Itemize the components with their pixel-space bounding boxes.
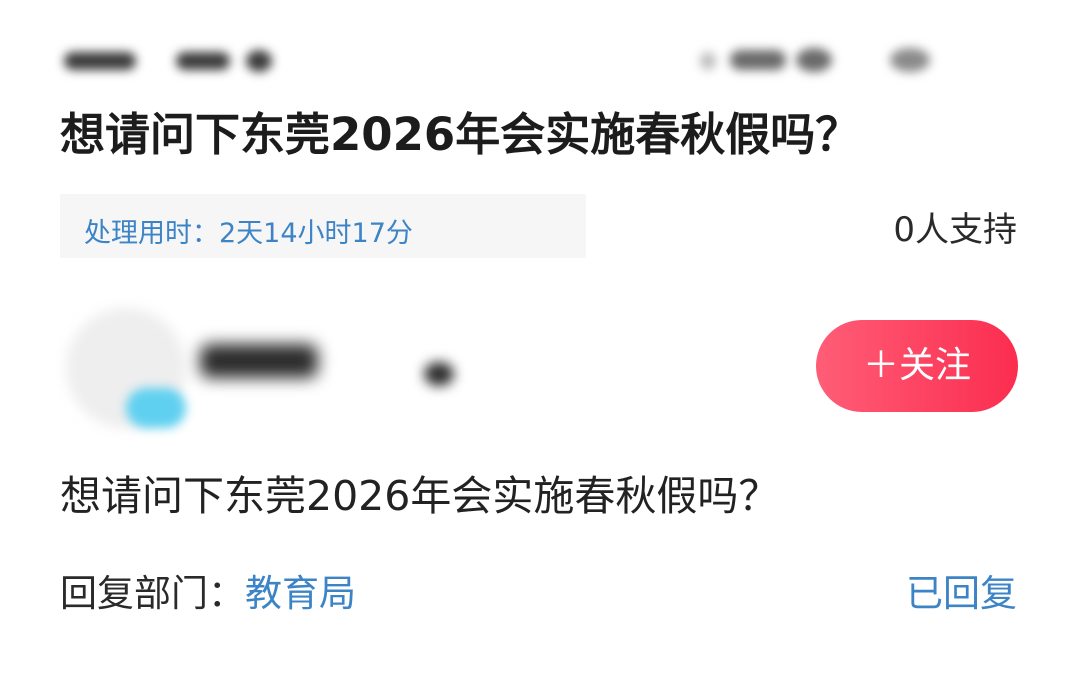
blurred-text [700,52,716,70]
question-text: 想请问下东莞2026年会实施春秋假吗？ [60,472,780,520]
blurred-text [730,50,786,70]
blurred-text [64,52,136,70]
reply-status: 已回复 [906,572,1017,615]
blurred-username[interactable] [200,344,318,378]
blurred-text [890,48,930,72]
reply-department: 回复部门：教育局 [60,566,356,622]
post-title: 想请问下东莞2026年会实施春秋假吗？ [60,108,861,161]
blurred-user-tag [424,362,454,386]
reply-department-label: 回复部门： [60,572,245,615]
blurred-meta-row [0,0,1079,110]
blurred-text [796,48,832,72]
support-count[interactable]: 0人支持 [893,202,1017,251]
follow-button[interactable]: ＋关注 [816,320,1018,412]
processing-time: 处理用时：2天14小时17分 [84,218,413,249]
blurred-text [176,52,230,70]
reply-department-link[interactable]: 教育局 [245,572,356,615]
processing-time-box: 处理用时：2天14小时17分 [60,194,586,258]
blurred-text [246,50,272,72]
avatar-badge-icon [126,388,186,428]
